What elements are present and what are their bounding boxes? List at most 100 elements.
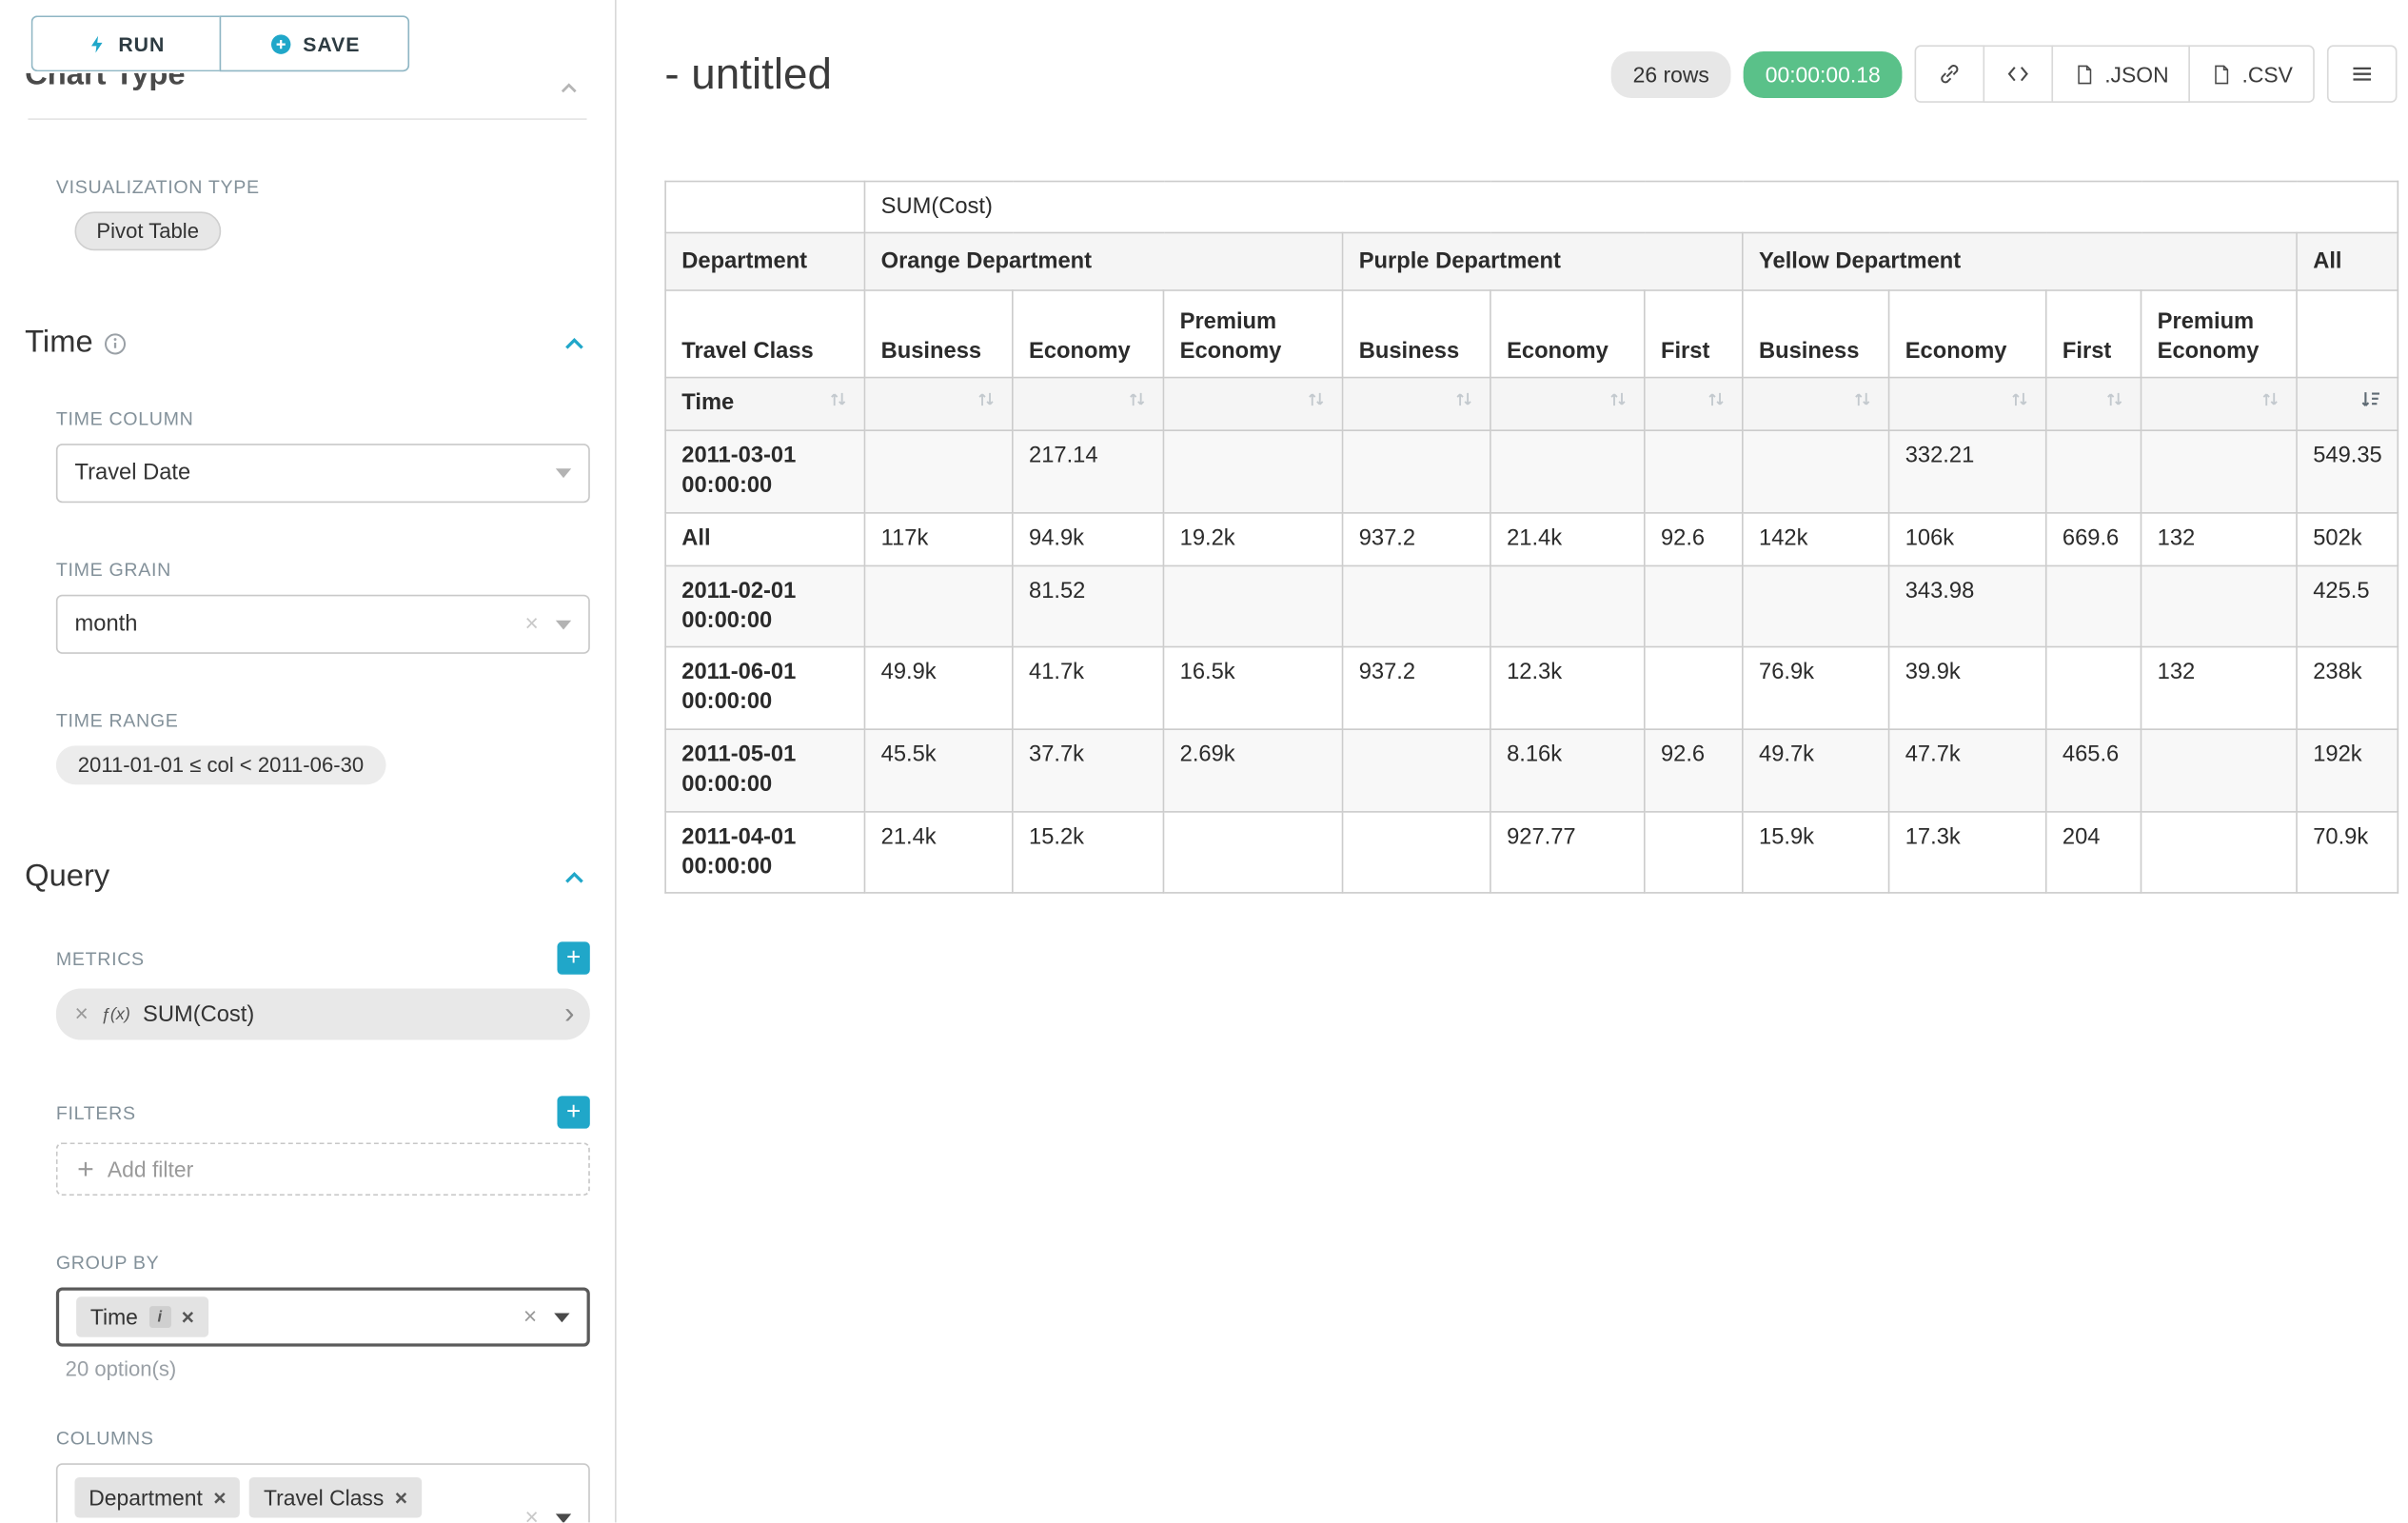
run-button-label: RUN: [118, 32, 165, 56]
sort-desc-active-icon[interactable]: [2359, 389, 2381, 419]
sort-icon[interactable]: [1453, 389, 1473, 419]
code-icon: [2005, 61, 2032, 88]
file-icon: [2211, 62, 2233, 87]
value-cell: [1343, 729, 1490, 811]
time-range-pill[interactable]: 2011-01-01 ≤ col < 2011-06-30: [56, 745, 385, 784]
save-button[interactable]: SAVE: [220, 15, 410, 71]
columns-pill-department[interactable]: Department ×: [74, 1477, 240, 1518]
remove-metric-icon[interactable]: ×: [74, 1002, 88, 1026]
sort-icon[interactable]: [1127, 389, 1147, 419]
chart-type-section-header[interactable]: Chart Type: [25, 73, 586, 106]
chart-header: - untitled 26 rows 00:00:00.18 .JSON: [664, 20, 2397, 129]
value-cell: 16.5k: [1163, 647, 1342, 729]
travel-class-axis-label: Travel Class: [665, 291, 864, 379]
clear-icon[interactable]: ×: [525, 1506, 539, 1522]
sort-icon[interactable]: [2260, 389, 2280, 419]
sort-icon[interactable]: [2104, 389, 2124, 419]
time-section-heading[interactable]: Time: [25, 326, 586, 362]
export-button-group: .JSON .CSV: [1915, 46, 2315, 104]
export-json-button[interactable]: .JSON: [2052, 46, 2191, 104]
sort-icon[interactable]: [976, 389, 996, 419]
chart-title[interactable]: - untitled: [664, 49, 832, 99]
time-grain-select[interactable]: month ×: [56, 595, 590, 654]
column-sort-cell[interactable]: [1490, 378, 1645, 430]
remove-pill-icon[interactable]: ×: [213, 1487, 226, 1509]
query-section-heading[interactable]: Query: [25, 860, 586, 896]
value-cell: 92.6: [1645, 513, 1743, 565]
add-filter-plus-button[interactable]: +: [557, 1096, 589, 1128]
value-cell: 15.2k: [1013, 812, 1164, 894]
sort-icon[interactable]: [1852, 389, 1872, 419]
columns-select[interactable]: Department × Travel Class × ×: [56, 1463, 590, 1522]
metric-option[interactable]: × ƒ(x) SUM(Cost) ›: [56, 988, 590, 1039]
group-by-pill-time[interactable]: Time i ×: [76, 1296, 208, 1337]
export-csv-button[interactable]: .CSV: [2189, 46, 2315, 104]
metrics-label: METRICS: [56, 947, 145, 969]
value-cell: [1163, 430, 1342, 512]
column-sort-cell[interactable]: [1645, 378, 1743, 430]
view-query-button[interactable]: [1984, 46, 2054, 104]
time-sort-cell[interactable]: Time: [665, 378, 864, 430]
pivot-data-row: 2011-03-01 00:00:00217.14332.21549.35: [665, 430, 2398, 512]
column-sort-cell[interactable]: [1013, 378, 1164, 430]
travel-class-header-cell: Business: [1343, 291, 1490, 379]
run-button[interactable]: RUN: [31, 15, 220, 71]
file-icon: [2073, 62, 2095, 87]
department-header-cell: Yellow Department: [1743, 233, 2297, 291]
all-class-empty-cell: [2297, 291, 2398, 379]
value-cell: 937.2: [1343, 647, 1490, 729]
add-filter-button[interactable]: Add filter: [56, 1142, 590, 1196]
time-column-label: TIME COLUMN: [56, 407, 587, 429]
department-axis-label: Department: [665, 233, 864, 291]
column-sort-cell[interactable]: [1163, 378, 1342, 430]
share-link-button[interactable]: [1915, 46, 1985, 104]
value-cell: [864, 565, 1012, 647]
column-sort-cell[interactable]: [2046, 378, 2142, 430]
pivot-table: SUM(Cost)DepartmentOrange DepartmentPurp…: [664, 180, 2398, 895]
value-cell: 49.7k: [1743, 729, 1889, 811]
value-cell: [1645, 647, 1743, 729]
clear-icon[interactable]: ×: [523, 1305, 537, 1329]
column-sort-cell[interactable]: [2141, 378, 2297, 430]
collapse-chevron-icon[interactable]: [557, 76, 581, 100]
value-cell: 81.52: [1013, 565, 1164, 647]
column-sort-cell[interactable]: [864, 378, 1012, 430]
column-sort-cell[interactable]: [1889, 378, 2046, 430]
sort-icon[interactable]: [828, 389, 848, 419]
time-column-select[interactable]: Travel Date: [56, 444, 590, 503]
chevron-right-icon[interactable]: ›: [564, 999, 574, 1029]
chevron-down-icon[interactable]: [556, 1513, 571, 1523]
column-sort-cell[interactable]: [2297, 378, 2398, 430]
chevron-down-icon[interactable]: [556, 620, 571, 629]
remove-pill-icon[interactable]: ×: [182, 1306, 194, 1328]
sort-icon[interactable]: [2009, 389, 2029, 419]
row-count-badge: 26 rows: [1611, 51, 1731, 98]
query-section-title: Query: [25, 860, 109, 896]
column-sort-cell[interactable]: [1743, 378, 1889, 430]
value-cell: 937.2: [1343, 513, 1490, 565]
sort-icon[interactable]: [1306, 389, 1326, 419]
remove-pill-icon[interactable]: ×: [395, 1487, 407, 1509]
value-cell: 238k: [2297, 647, 2398, 729]
value-cell: [1343, 812, 1490, 894]
row-time-label: All: [665, 513, 864, 565]
value-cell: [2141, 729, 2297, 811]
sort-icon[interactable]: [1608, 389, 1628, 419]
viz-type-pill[interactable]: Pivot Table: [74, 211, 220, 250]
travel-class-header-cell: Premium Economy: [1163, 291, 1342, 379]
collapse-section-icon[interactable]: [562, 331, 586, 356]
column-sort-cell[interactable]: [1343, 378, 1490, 430]
value-cell: 425.5: [2297, 565, 2398, 647]
clear-icon[interactable]: ×: [525, 613, 539, 637]
chevron-down-icon[interactable]: [556, 468, 571, 478]
department-header-cell: Purple Department: [1343, 233, 1743, 291]
value-cell: 217.14: [1013, 430, 1164, 512]
travel-class-header-cell: Economy: [1889, 291, 2046, 379]
group-by-select[interactable]: Time i × ×: [56, 1287, 590, 1346]
columns-pill-travel-class[interactable]: Travel Class ×: [249, 1477, 422, 1518]
sort-icon[interactable]: [1706, 389, 1726, 419]
chevron-down-icon[interactable]: [554, 1313, 569, 1322]
more-options-button[interactable]: [2327, 46, 2398, 104]
add-metric-button[interactable]: +: [557, 941, 589, 974]
collapse-section-icon[interactable]: [562, 864, 586, 889]
